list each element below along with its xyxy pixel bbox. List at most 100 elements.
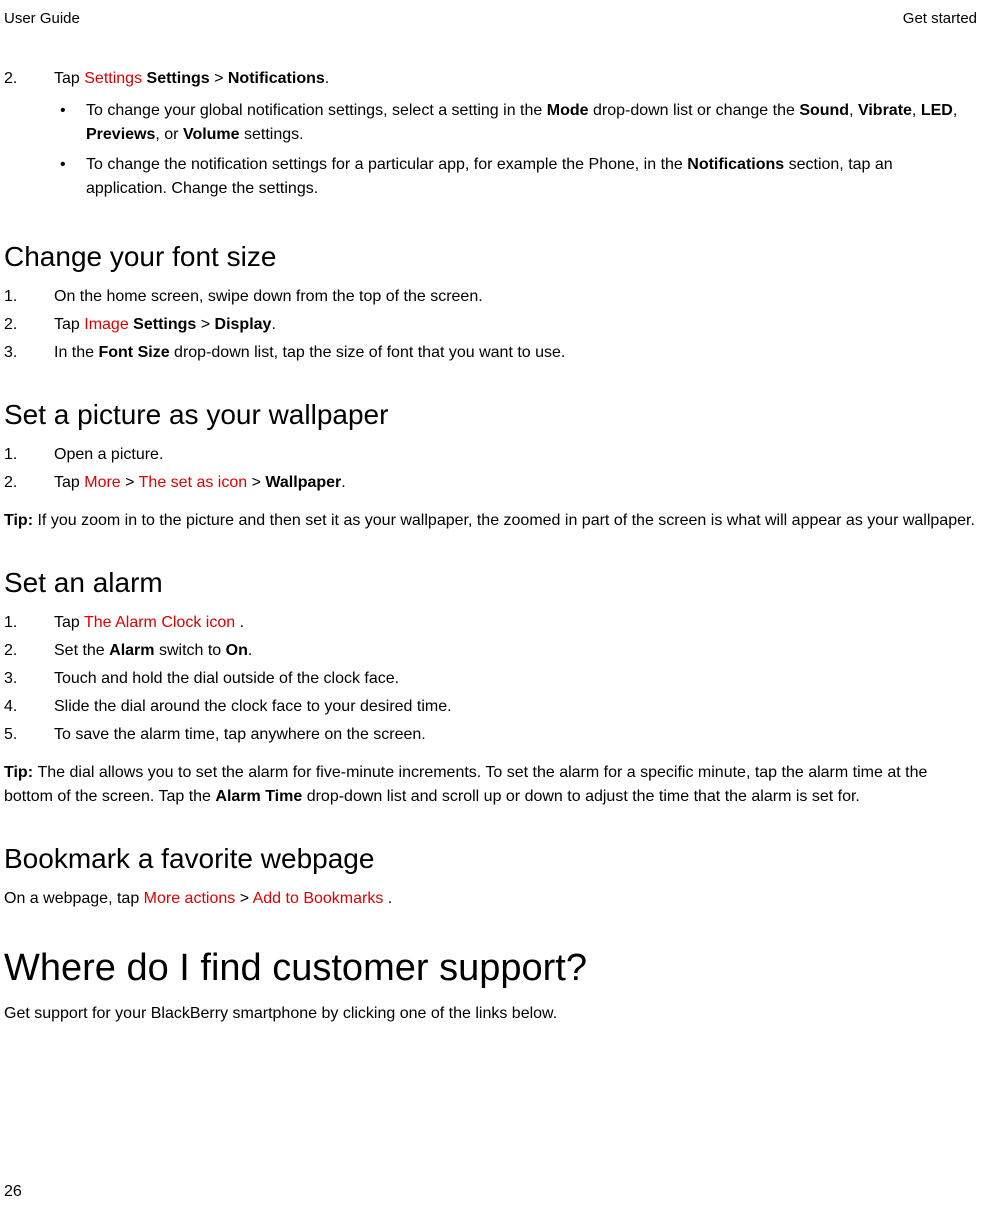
text: .: [235, 614, 244, 631]
heading-bookmark: Bookmark a favorite webpage: [4, 843, 977, 875]
text: switch to: [155, 642, 226, 659]
bold-text: Alarm: [109, 642, 154, 659]
text: drop-down list, tap the size of font tha…: [170, 344, 566, 361]
heading-support: Where do I find customer support?: [4, 947, 977, 990]
step-number: 1.: [4, 611, 54, 635]
more-actions-icon-label: More actions: [144, 890, 236, 907]
text: On a webpage, tap: [4, 890, 144, 907]
heading-font-size: Change your font size: [4, 241, 977, 273]
list-item: 2. Tap Settings Settings > Notifications…: [4, 67, 977, 207]
page-content: 2. Tap Settings Settings > Notifications…: [0, 27, 981, 1026]
bullet-icon: •: [54, 153, 86, 201]
list-item: 4. Slide the dial around the clock face …: [4, 695, 977, 719]
bold-text: Notifications: [228, 70, 325, 87]
bold-text: Font Size: [98, 344, 169, 361]
bold-text: Sound: [799, 102, 849, 119]
more-icon-label: More: [84, 474, 120, 491]
tip-paragraph: Tip: If you zoom in to the picture and t…: [4, 509, 977, 533]
tip-text: drop-down list and scroll up or down to …: [302, 788, 860, 805]
step-body: To save the alarm time, tap anywhere on …: [54, 723, 977, 747]
bold-text: Display: [215, 316, 272, 333]
text: Set the: [54, 642, 109, 659]
bold-text: Mode: [547, 102, 589, 119]
page-number: 26: [4, 1183, 22, 1201]
tip-label: Tip:: [4, 512, 37, 529]
list-item: 2. Set the Alarm switch to On.: [4, 639, 977, 663]
text: , or: [155, 126, 183, 143]
image-icon-label: Image: [84, 316, 128, 333]
list-item: 1. On the home screen, swipe down from t…: [4, 285, 977, 309]
step-body: In the Font Size drop-down list, tap the…: [54, 341, 977, 365]
text: .: [325, 70, 329, 87]
text: .: [271, 316, 275, 333]
add-to-bookmarks-icon-label: Add to Bookmarks: [253, 890, 384, 907]
text: .: [383, 890, 392, 907]
step-body: Tap Image Settings > Display.: [54, 313, 977, 337]
text: Tap: [54, 614, 84, 631]
bold-text: Alarm Time: [215, 788, 302, 805]
list-item: 2. Tap More > The set as icon > Wallpape…: [4, 471, 977, 495]
text: >: [196, 316, 214, 333]
bold-text: Settings: [147, 70, 210, 87]
bold-text: Vibrate: [858, 102, 912, 119]
list-item: 3. In the Font Size drop-down list, tap …: [4, 341, 977, 365]
bold-text: Volume: [183, 126, 240, 143]
step-number: 2.: [4, 639, 54, 663]
step-number: 5.: [4, 723, 54, 747]
step-number: 1.: [4, 285, 54, 309]
text: drop-down list or change the: [589, 102, 800, 119]
heading-alarm: Set an alarm: [4, 567, 977, 599]
tip-text: If you zoom in to the picture and then s…: [37, 512, 974, 529]
alarm-clock-icon-label: The Alarm Clock icon: [84, 614, 235, 631]
step-body: Tap More > The set as icon > Wallpaper.: [54, 471, 977, 495]
text: .: [248, 642, 252, 659]
text: Tap: [54, 316, 84, 333]
step-body: Set the Alarm switch to On.: [54, 639, 977, 663]
header-right: Get started: [903, 10, 977, 27]
step-body: Open a picture.: [54, 443, 977, 467]
list-item: 1. Open a picture.: [4, 443, 977, 467]
list-item: • To change the notification settings fo…: [54, 153, 977, 201]
step-number: 2.: [4, 471, 54, 495]
heading-wallpaper: Set a picture as your wallpaper: [4, 399, 977, 431]
bold-text: LED: [921, 102, 953, 119]
step-number: 2.: [4, 67, 54, 207]
step-number: 1.: [4, 443, 54, 467]
settings-icon-label: Settings: [84, 70, 142, 87]
step-number: 3.: [4, 667, 54, 691]
paragraph: Get support for your BlackBerry smartpho…: [4, 1002, 977, 1026]
step-number: 2.: [4, 313, 54, 337]
bold-text: Previews: [86, 126, 155, 143]
step-body: Touch and hold the dial outside of the c…: [54, 667, 977, 691]
tip-paragraph: Tip: The dial allows you to set the alar…: [4, 761, 977, 809]
bullet-icon: •: [54, 99, 86, 147]
page-header: User Guide Get started: [0, 0, 981, 27]
list-item: 2. Tap Image Settings > Display.: [4, 313, 977, 337]
step-body: Slide the dial around the clock face to …: [54, 695, 977, 719]
text: To change your global notification setti…: [86, 102, 547, 119]
text: ,: [912, 102, 921, 119]
text: >: [235, 890, 252, 907]
step-number: 3.: [4, 341, 54, 365]
step-number: 4.: [4, 695, 54, 719]
paragraph: On a webpage, tap More actions > Add to …: [4, 887, 977, 911]
bullet-body: To change the notification settings for …: [86, 153, 977, 201]
text: settings.: [240, 126, 304, 143]
step-body: On the home screen, swipe down from the …: [54, 285, 977, 309]
bold-text: On: [226, 642, 248, 659]
text: To change the notification settings for …: [86, 156, 687, 173]
list-item: 3. Touch and hold the dial outside of th…: [4, 667, 977, 691]
bold-text: Settings: [133, 316, 196, 333]
bullet-list: • To change your global notification set…: [54, 99, 977, 201]
step-body: Tap Settings Settings > Notifications. •…: [54, 67, 977, 207]
step-body: Tap The Alarm Clock icon .: [54, 611, 977, 635]
text: In the: [54, 344, 98, 361]
text: ,: [953, 102, 957, 119]
text: >: [247, 474, 265, 491]
bullet-body: To change your global notification setti…: [86, 99, 977, 147]
text: Tap: [54, 474, 84, 491]
text: ,: [849, 102, 858, 119]
tip-label: Tip:: [4, 764, 37, 781]
text: >: [121, 474, 139, 491]
list-item: • To change your global notification set…: [54, 99, 977, 147]
